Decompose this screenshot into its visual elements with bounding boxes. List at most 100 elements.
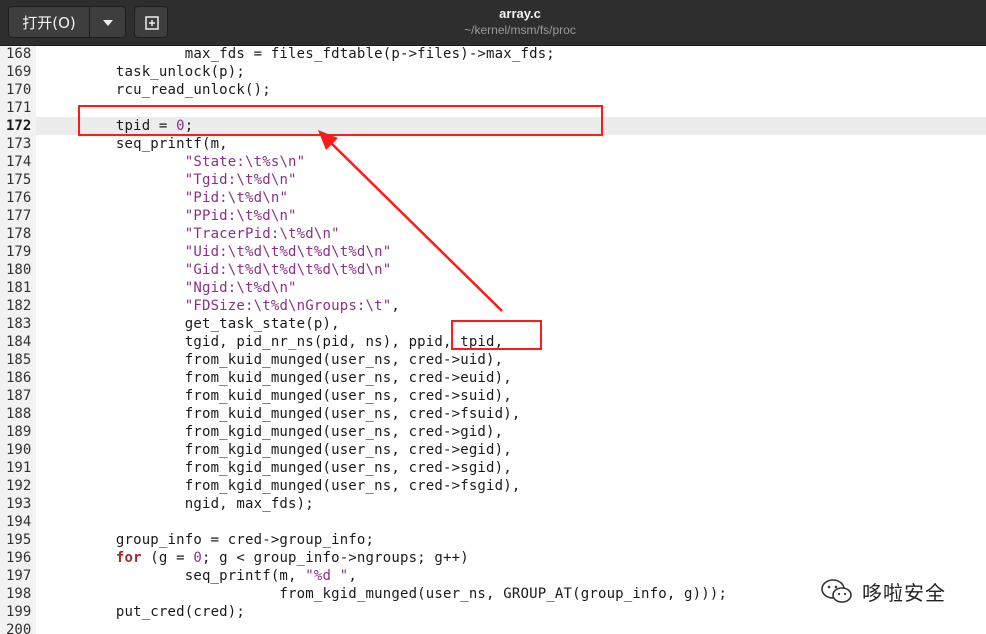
line-number: 198 [6, 586, 32, 602]
code-line[interactable]: 186 from_kuid_munged(user_ns, cred->euid… [0, 369, 986, 387]
line-number-gutter: 183 [0, 315, 36, 333]
line-number-gutter: 173 [0, 135, 36, 153]
code-text: seq_printf(m, "%d ", [47, 568, 357, 584]
line-number-gutter: 179 [0, 243, 36, 261]
code-line[interactable]: 173 seq_printf(m, [0, 135, 986, 153]
line-number: 186 [6, 370, 32, 386]
code-line[interactable]: 171 [0, 99, 986, 117]
line-number: 177 [6, 208, 32, 224]
code-text: from_kuid_munged(user_ns, cred->fsuid), [47, 406, 521, 422]
code-line[interactable]: 191 from_kgid_munged(user_ns, cred->sgid… [0, 459, 986, 477]
code-line[interactable]: 188 from_kuid_munged(user_ns, cred->fsui… [0, 405, 986, 423]
code-line[interactable]: 174 "State:\t%s\n" [0, 153, 986, 171]
window-title: array.c [499, 6, 541, 21]
code-line[interactable]: 189 from_kgid_munged(user_ns, cred->gid)… [0, 423, 986, 441]
line-number: 178 [6, 226, 32, 242]
line-number-gutter: 186 [0, 369, 36, 387]
line-number: 196 [6, 550, 32, 566]
line-number-gutter: 191 [0, 459, 36, 477]
code-text: ngid, max_fds); [47, 496, 314, 512]
line-number: 180 [6, 262, 32, 278]
line-number: 190 [6, 442, 32, 458]
line-number-gutter: 176 [0, 189, 36, 207]
code-line[interactable]: 182 "FDSize:\t%d\nGroups:\t", [0, 297, 986, 315]
code-line[interactable]: 184 tgid, pid_nr_ns(pid, ns), ppid, tpid… [0, 333, 986, 351]
line-number: 170 [6, 82, 32, 98]
line-number-gutter: 188 [0, 405, 36, 423]
window-title-area: array.c ~/kernel/msm/fs/proc [405, 6, 635, 38]
line-number-gutter: 182 [0, 297, 36, 315]
code-line[interactable]: 192 from_kgid_munged(user_ns, cred->fsgi… [0, 477, 986, 495]
line-number-gutter: 178 [0, 225, 36, 243]
code-line[interactable]: 179 "Uid:\t%d\t%d\t%d\t%d\n" [0, 243, 986, 261]
code-text: rcu_read_unlock(); [47, 82, 271, 98]
line-number-gutter: 190 [0, 441, 36, 459]
line-number-gutter: 199 [0, 603, 36, 621]
line-number: 191 [6, 460, 32, 476]
code-line[interactable]: 183 get_task_state(p), [0, 315, 986, 333]
new-tab-button[interactable] [134, 6, 168, 38]
code-line[interactable]: 185 from_kuid_munged(user_ns, cred->uid)… [0, 351, 986, 369]
code-line[interactable]: 168 max_fds = files_fdtable(p->files)->m… [0, 46, 986, 63]
line-number-gutter: 193 [0, 495, 36, 513]
line-number-gutter: 200 [0, 621, 36, 634]
code-line[interactable]: 187 from_kuid_munged(user_ns, cred->suid… [0, 387, 986, 405]
line-number: 174 [6, 154, 32, 170]
code-line[interactable]: 176 "Pid:\t%d\n" [0, 189, 986, 207]
line-number-gutter: 175 [0, 171, 36, 189]
code-line[interactable]: 180 "Gid:\t%d\t%d\t%d\t%d\n" [0, 261, 986, 279]
line-number-gutter: 192 [0, 477, 36, 495]
code-line[interactable]: 190 from_kgid_munged(user_ns, cred->egid… [0, 441, 986, 459]
code-line[interactable]: 169 task_unlock(p); [0, 63, 986, 81]
code-line[interactable]: 196 for (g = 0; g < group_info->ngroups;… [0, 549, 986, 567]
code-text: "Tgid:\t%d\n" [184, 172, 297, 188]
code-text: "Ngid:\t%d\n" [184, 280, 297, 296]
line-number: 192 [6, 478, 32, 494]
code-line[interactable]: 193 ngid, max_fds); [0, 495, 986, 513]
code-editor[interactable]: 168 max_fds = files_fdtable(p->files)->m… [0, 46, 986, 634]
code-text: put_cred(cred); [47, 604, 246, 620]
code-line[interactable]: 194 [0, 513, 986, 531]
code-text: from_kgid_munged(user_ns, cred->sgid), [47, 460, 512, 476]
line-number: 171 [6, 100, 32, 116]
code-text: from_kgid_munged(user_ns, GROUP_AT(group… [47, 586, 728, 602]
line-number-gutter: 181 [0, 279, 36, 297]
line-number: 185 [6, 352, 32, 368]
code-line[interactable]: 177 "PPid:\t%d\n" [0, 207, 986, 225]
line-number-gutter: 197 [0, 567, 36, 585]
line-number-gutter: 177 [0, 207, 36, 225]
line-number: 194 [6, 514, 32, 530]
line-number-gutter: 189 [0, 423, 36, 441]
code-text: from_kuid_munged(user_ns, cred->euid), [47, 370, 512, 386]
code-text: for (g = 0; g < group_info->ngroups; g++… [115, 550, 469, 566]
line-number: 187 [6, 388, 32, 404]
code-line[interactable]: 172 tpid = 0; [0, 117, 986, 135]
code-line[interactable]: 175 "Tgid:\t%d\n" [0, 171, 986, 189]
code-line[interactable]: 195 group_info = cred->group_info; [0, 531, 986, 549]
line-number-gutter: 169 [0, 63, 36, 81]
code-text: "TracerPid:\t%d\n" [184, 226, 340, 242]
line-number: 181 [6, 280, 32, 296]
code-line[interactable]: 181 "Ngid:\t%d\n" [0, 279, 986, 297]
code-text: "FDSize:\t%d\nGroups:\t", [184, 298, 400, 314]
line-number-gutter: 196 [0, 549, 36, 567]
code-text: tpid = 0; [47, 118, 194, 134]
open-menu-button[interactable] [90, 6, 126, 38]
open-button[interactable]: 打开(O) [8, 6, 90, 38]
code-text: seq_printf(m, [47, 136, 228, 152]
watermark-text: 哆啦安全 [862, 580, 946, 605]
line-number: 200 [6, 622, 32, 634]
code-text: "Uid:\t%d\t%d\t%d\t%d\n" [184, 244, 392, 260]
line-number-gutter: 180 [0, 261, 36, 279]
line-number: 175 [6, 172, 32, 188]
code-line[interactable]: 170 rcu_read_unlock(); [0, 81, 986, 99]
line-number: 168 [6, 46, 32, 62]
code-line[interactable]: 178 "TracerPid:\t%d\n" [0, 225, 986, 243]
code-text: from_kuid_munged(user_ns, cred->uid), [47, 352, 504, 368]
line-number-gutter: 194 [0, 513, 36, 531]
code-line[interactable]: 200 [0, 621, 986, 634]
line-number-gutter: 195 [0, 531, 36, 549]
line-number: 189 [6, 424, 32, 440]
line-number-gutter: 171 [0, 99, 36, 117]
line-number: 182 [6, 298, 32, 314]
